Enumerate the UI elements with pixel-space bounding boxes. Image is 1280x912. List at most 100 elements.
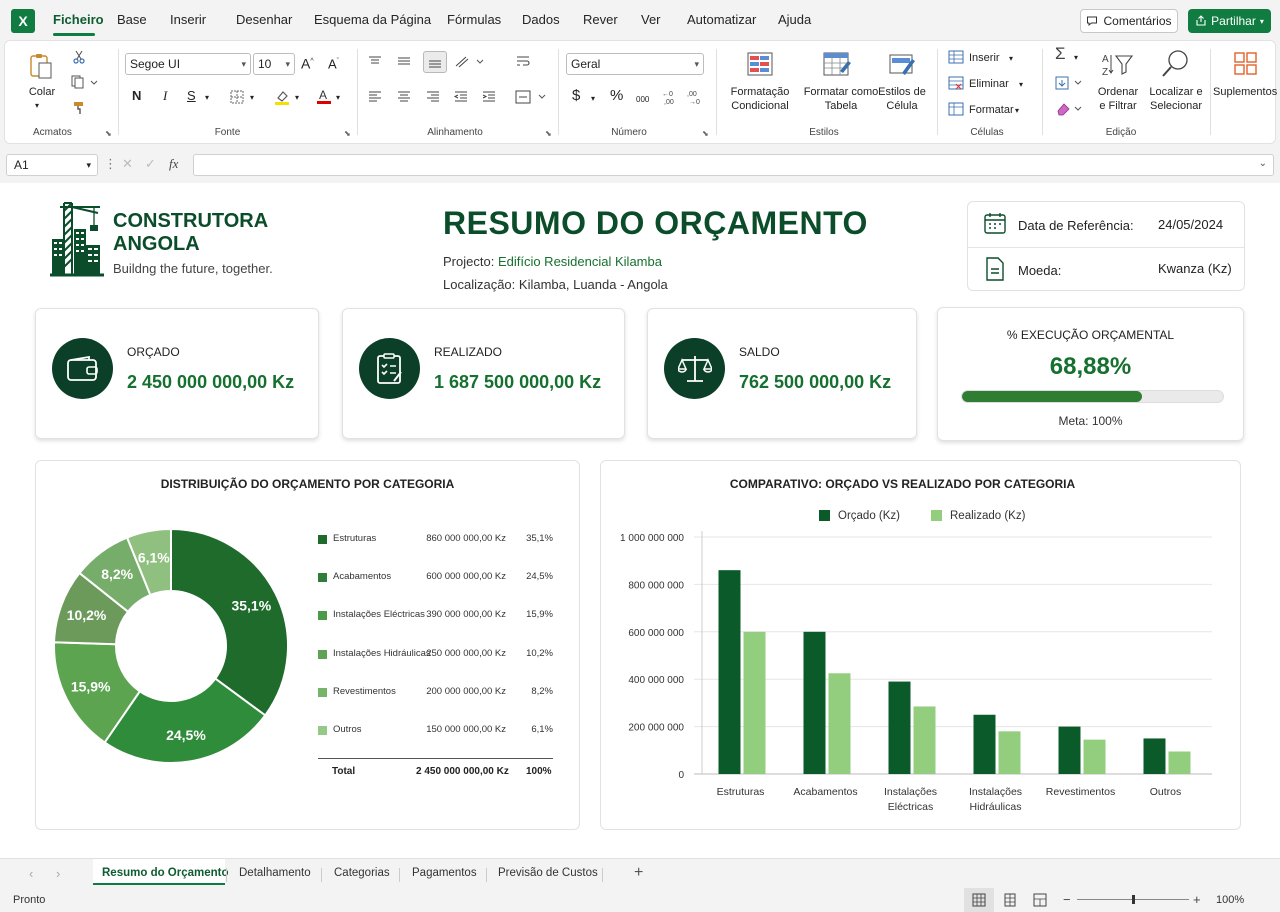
addins-icon[interactable] bbox=[1233, 51, 1259, 77]
find-select-label2[interactable]: Selecionar bbox=[1143, 99, 1209, 113]
scroll-left-icon[interactable]: ‹ bbox=[29, 866, 33, 881]
more-options-icon[interactable]: ⋮ bbox=[104, 156, 117, 172]
chevron-down-icon[interactable]: ▾ bbox=[336, 91, 340, 105]
number-launcher-icon[interactable]: ⬊ bbox=[702, 129, 709, 138]
addins-label[interactable]: Suplementos bbox=[1213, 85, 1277, 99]
chevron-down-icon[interactable]: ▾ bbox=[205, 91, 209, 105]
font-launcher-icon[interactable]: ⬊ bbox=[344, 129, 351, 138]
chevron-down-icon[interactable]: ▾ bbox=[1009, 52, 1013, 66]
sort-filter-label2[interactable]: e Filtrar bbox=[1091, 99, 1145, 113]
clipboard-launcher-icon[interactable]: ⬊ bbox=[105, 129, 112, 138]
fill-color-icon[interactable] bbox=[273, 88, 291, 106]
menu-automatizar[interactable]: Automatizar bbox=[687, 12, 756, 27]
add-sheet-icon[interactable]: + bbox=[634, 864, 643, 882]
zoom-level[interactable]: 100% bbox=[1216, 894, 1244, 906]
chevron-down-icon[interactable]: ▾ bbox=[1015, 104, 1019, 118]
format-painter-icon[interactable] bbox=[71, 100, 87, 116]
normal-view-icon[interactable] bbox=[972, 893, 986, 907]
increase-decimal-icon[interactable]: ←0,00 bbox=[661, 88, 679, 106]
cell-styles-label1[interactable]: Estilos de bbox=[875, 85, 929, 99]
name-box[interactable]: A1 ▾ bbox=[6, 154, 98, 176]
share-button[interactable]: Partilhar ▾ bbox=[1188, 9, 1271, 33]
paste-icon[interactable] bbox=[27, 51, 55, 81]
expand-formula-icon[interactable]: ⌄ bbox=[1259, 158, 1267, 169]
paste-chevron-icon[interactable]: ▾ bbox=[35, 99, 39, 113]
menu-ajuda[interactable]: Ajuda bbox=[778, 12, 811, 27]
align-bottom-icon[interactable] bbox=[423, 51, 447, 73]
menu-ver[interactable]: Ver bbox=[641, 12, 661, 27]
insert-function-button[interactable]: fx bbox=[169, 156, 178, 172]
chevron-down-icon[interactable]: ▾ bbox=[591, 92, 595, 106]
insert-cells-label[interactable]: Inserir bbox=[969, 51, 1000, 65]
decrease-decimal-icon[interactable]: ,00 →0 bbox=[686, 88, 704, 106]
font-name-select[interactable]: Segoe UI ▾ bbox=[125, 53, 251, 75]
chevron-down-icon[interactable]: ▾ bbox=[295, 91, 299, 105]
percent-format-button[interactable]: % bbox=[610, 88, 623, 103]
find-select-icon[interactable] bbox=[1160, 49, 1190, 79]
menu-formulas[interactable]: Fórmulas bbox=[447, 12, 501, 27]
menu-base[interactable]: Base bbox=[117, 12, 147, 27]
sheet-tab-resumo[interactable]: Resumo do Orçamento bbox=[102, 867, 229, 879]
find-select-label1[interactable]: Localizar e bbox=[1143, 85, 1209, 99]
menu-rever[interactable]: Rever bbox=[583, 12, 618, 27]
chevron-down-icon[interactable]: ▾ bbox=[1074, 51, 1078, 65]
delete-cells-icon[interactable] bbox=[948, 75, 964, 91]
align-left-icon[interactable] bbox=[367, 89, 383, 105]
increase-indent-icon[interactable] bbox=[481, 89, 497, 105]
zoom-out-icon[interactable]: − bbox=[1063, 892, 1071, 907]
sheet-tab-detalhamento[interactable]: Detalhamento bbox=[239, 867, 311, 879]
conditional-formatting-label2[interactable]: Condicional bbox=[723, 99, 797, 113]
autosum-icon[interactable]: Σ bbox=[1055, 45, 1066, 62]
menu-inserir[interactable]: Inserir bbox=[170, 12, 206, 27]
bold-button[interactable]: N bbox=[132, 89, 141, 103]
orientation-icon[interactable] bbox=[454, 54, 484, 70]
conditional-formatting-icon[interactable] bbox=[746, 51, 774, 77]
cell-styles-icon[interactable] bbox=[888, 51, 916, 77]
menu-esquema[interactable]: Esquema da Página bbox=[314, 12, 431, 27]
menu-desenhar[interactable]: Desenhar bbox=[236, 12, 292, 27]
delete-cells-label[interactable]: Eliminar bbox=[969, 77, 1009, 91]
align-top-icon[interactable] bbox=[367, 53, 383, 69]
underline-button[interactable]: S bbox=[187, 89, 196, 103]
format-as-table-label2[interactable]: Tabela bbox=[801, 99, 881, 113]
zoom-slider-thumb[interactable] bbox=[1131, 895, 1135, 904]
cut-icon[interactable] bbox=[71, 49, 87, 65]
comments-button[interactable]: Comentários bbox=[1080, 9, 1178, 33]
font-size-select[interactable]: 10 ▾ bbox=[253, 53, 295, 75]
sheet-tab-categorias[interactable]: Categorias bbox=[334, 867, 390, 879]
copy-icon[interactable] bbox=[69, 74, 99, 90]
decrease-font-icon[interactable]: Aˇ bbox=[328, 55, 339, 71]
currency-format-button[interactable]: $ bbox=[572, 88, 580, 103]
format-cells-icon[interactable] bbox=[948, 101, 964, 117]
chevron-down-icon[interactable]: ▾ bbox=[1019, 78, 1023, 92]
align-middle-icon[interactable] bbox=[396, 53, 412, 69]
format-as-table-icon[interactable] bbox=[822, 51, 852, 77]
italic-button[interactable]: I bbox=[163, 89, 167, 103]
increase-font-icon[interactable]: A^ bbox=[301, 55, 314, 71]
sheet-tab-pagamentos[interactable]: Pagamentos bbox=[412, 867, 477, 879]
sheet-tab-previsao[interactable]: Previsão de Custos bbox=[498, 867, 598, 879]
format-cells-label[interactable]: Formatar bbox=[969, 103, 1014, 117]
paste-label[interactable]: Colar bbox=[27, 85, 57, 99]
zoom-in-icon[interactable]: + bbox=[1193, 892, 1201, 907]
font-color-icon[interactable]: A bbox=[315, 87, 333, 105]
insert-cells-icon[interactable] bbox=[948, 49, 964, 65]
align-right-icon[interactable] bbox=[425, 89, 441, 105]
zoom-slider[interactable] bbox=[1077, 895, 1189, 904]
chevron-down-icon[interactable]: ▾ bbox=[250, 91, 254, 105]
sort-filter-icon[interactable]: AZ bbox=[1101, 51, 1135, 79]
scroll-right-icon[interactable]: › bbox=[56, 866, 60, 881]
thousands-separator-button[interactable]: 000 bbox=[636, 93, 649, 107]
formula-input[interactable]: ⌄ bbox=[193, 154, 1274, 176]
number-format-select[interactable]: Geral ▾ bbox=[566, 53, 704, 75]
align-center-icon[interactable] bbox=[396, 89, 412, 105]
cell-styles-label2[interactable]: Célula bbox=[875, 99, 929, 113]
decrease-indent-icon[interactable] bbox=[453, 89, 469, 105]
merge-center-icon[interactable] bbox=[515, 89, 549, 105]
format-as-table-label1[interactable]: Formatar como bbox=[801, 85, 881, 99]
borders-icon[interactable] bbox=[229, 89, 245, 105]
page-break-view-icon[interactable] bbox=[1033, 893, 1047, 907]
menu-ficheiro[interactable]: Ficheiro bbox=[53, 12, 104, 27]
wrap-text-icon[interactable] bbox=[515, 53, 531, 69]
confirm-entry-icon[interactable]: ✓ bbox=[145, 156, 156, 172]
